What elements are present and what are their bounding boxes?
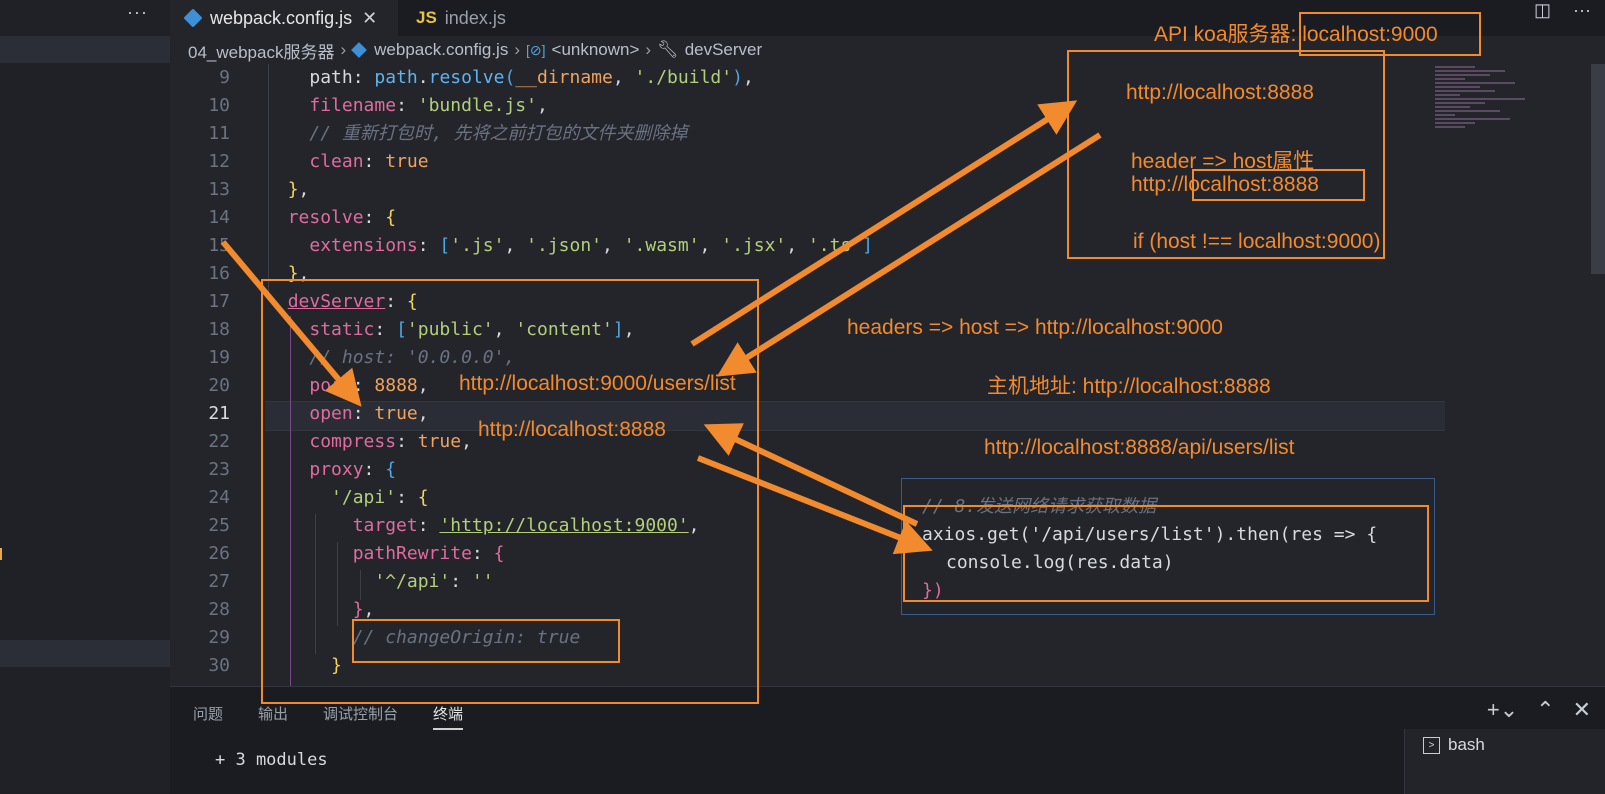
arrow-back-to-url-9000 [716,132,1102,377]
annotation-arrows [220,100,1102,555]
arrow-to-port [220,240,362,407]
arrow-to-koa-server [690,100,1078,347]
